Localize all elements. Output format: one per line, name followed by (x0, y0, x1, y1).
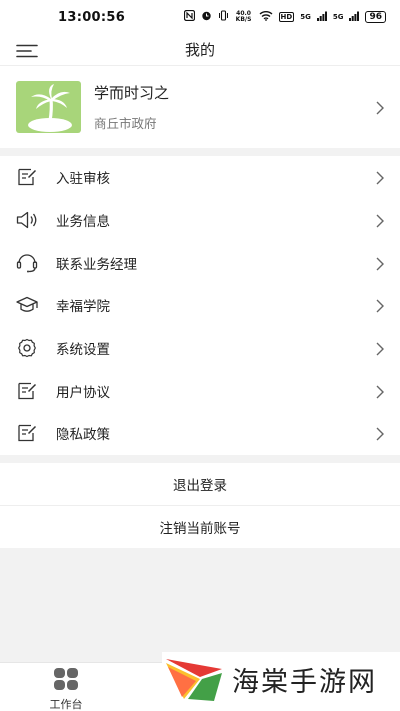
speaker-icon (16, 210, 38, 230)
edit-doc-icon (16, 381, 38, 401)
net-speed: 40.0 KB/S (235, 10, 252, 23)
menu-item-entry-review[interactable]: 入驻审核 (0, 156, 400, 199)
settings-menu: 入驻审核 业务信息 联系业务经理 幸福学院 系统设置 用户协议 隐私政策 (0, 156, 400, 455)
section-divider (0, 148, 400, 156)
menu-item-user-agreement[interactable]: 用户协议 (0, 369, 400, 412)
menu-item-privacy-policy[interactable]: 隐私政策 (0, 412, 400, 455)
wifi-icon (259, 10, 273, 24)
profile-name: 学而时习之 (94, 84, 170, 102)
battery-indicator: 96 (365, 11, 386, 23)
chevron-right-icon (376, 256, 384, 271)
chevron-right-icon (376, 341, 384, 356)
empty-area (0, 549, 400, 662)
avatar (16, 81, 81, 133)
status-icons: 40.0 KB/S HD 5G 5G 96 (183, 9, 386, 24)
menu-item-system-settings[interactable]: 系统设置 (0, 327, 400, 370)
menu-icon[interactable] (16, 43, 38, 58)
chevron-right-icon (376, 384, 384, 399)
menu-item-contact-manager[interactable]: 联系业务经理 (0, 241, 400, 284)
menu-label: 联系业务经理 (56, 256, 137, 273)
section-divider (0, 454, 400, 463)
headset-icon (16, 253, 38, 273)
edit-doc-icon (16, 423, 38, 443)
menu-item-happiness-academy[interactable]: 幸福学院 (0, 284, 400, 327)
menu-label: 隐私政策 (56, 427, 110, 444)
menu-label: 业务信息 (56, 214, 110, 231)
menu-label: 入驻审核 (56, 171, 110, 188)
watermark-logo-icon (162, 653, 226, 707)
palm-island-icon (28, 84, 72, 132)
chevron-right-icon (376, 100, 384, 115)
nav-bar: 我的 (0, 34, 400, 66)
vibrate-icon (218, 10, 229, 24)
profile-org: 商丘市政府 (94, 116, 157, 131)
menu-item-business-info[interactable]: 业务信息 (0, 199, 400, 242)
graduation-cap-icon (16, 295, 38, 315)
menu-label: 用户协议 (56, 384, 110, 401)
tab-label: 工作台 (49, 698, 83, 711)
signal-bars-icon (316, 11, 327, 24)
gear-icon (16, 338, 38, 358)
chevron-right-icon (376, 298, 384, 313)
chevron-right-icon (376, 213, 384, 228)
logout-button[interactable]: 退出登录 (0, 462, 400, 505)
menu-label: 幸福学院 (56, 299, 110, 316)
grid-icon (53, 668, 79, 694)
signal-bars-icon-2 (349, 11, 360, 24)
nfc-icon (183, 9, 195, 24)
status-time: 13:00:56 (58, 9, 126, 25)
tab-workbench[interactable]: 工作台 (40, 668, 92, 711)
alarm-icon (201, 10, 212, 24)
watermark: 海棠手游网 (162, 652, 400, 707)
page-title: 我的 (184, 41, 215, 59)
chevron-right-icon (376, 170, 384, 185)
profile-card[interactable]: 学而时习之 商丘市政府 (0, 66, 400, 148)
signal-label-1: 5G (300, 13, 311, 21)
edit-doc-icon (16, 167, 38, 187)
chevron-right-icon (376, 426, 384, 441)
status-bar: 13:00:56 40.0 KB/S HD 5G 5G 96 (0, 0, 400, 34)
menu-label: 系统设置 (56, 342, 110, 359)
deregister-account-button[interactable]: 注销当前账号 (0, 505, 400, 548)
signal-label-2: 5G (332, 13, 344, 21)
watermark-text: 海棠手游网 (232, 667, 377, 698)
hd-badge: HD (278, 12, 295, 22)
